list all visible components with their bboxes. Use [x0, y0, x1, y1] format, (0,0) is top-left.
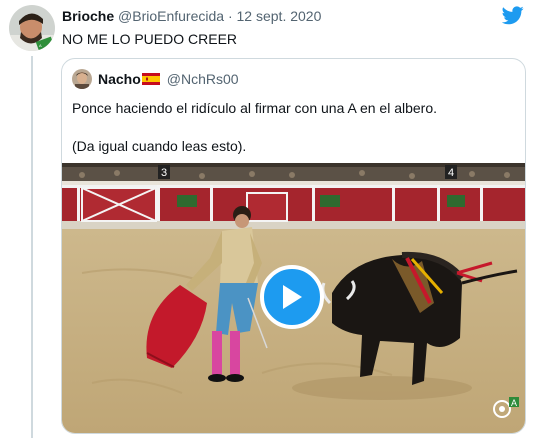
header-separator: · [227, 8, 233, 24]
tweet-header: Brioche @BrioEnfurecida · 12 sept. 2020 [62, 8, 494, 24]
tweet-text: NO ME LO PUEDO CREER [62, 31, 238, 47]
quoted-text-line-1: Ponce haciendo el ridículo al firmar con… [72, 100, 438, 116]
author-name[interactable]: Brioche [62, 8, 114, 24]
play-button[interactable] [260, 265, 324, 329]
thread-line [31, 56, 33, 438]
video-media[interactable]: 3 4 A [62, 163, 525, 433]
quoted-author-handle[interactable]: @NchRs00 [167, 71, 239, 87]
svg-text:A: A [39, 43, 42, 48]
twitter-bird-icon[interactable] [502, 6, 524, 25]
quoted-text-line-2: (Da igual cuando leas esto). [72, 138, 247, 154]
quoted-author-name[interactable]: Nacho [98, 71, 141, 87]
author-handle[interactable]: @BrioEnfurecida [118, 8, 224, 24]
quoted-author-avatar[interactable] [72, 69, 92, 89]
quoted-tweet-card[interactable]: Nacho @NchRs00 Ponce haciendo el ridículo… [61, 58, 526, 434]
tweet-date[interactable]: 12 sept. 2020 [237, 8, 322, 24]
author-avatar[interactable]: A [9, 5, 55, 51]
scene-marker-right: 4 [448, 167, 454, 179]
spain-flag-icon [141, 73, 160, 85]
scene-marker-left: 3 [161, 167, 167, 179]
play-icon [283, 285, 302, 309]
quoted-tweet-header: Nacho @NchRs00 [98, 71, 239, 87]
watermark-letter: A [511, 398, 517, 408]
